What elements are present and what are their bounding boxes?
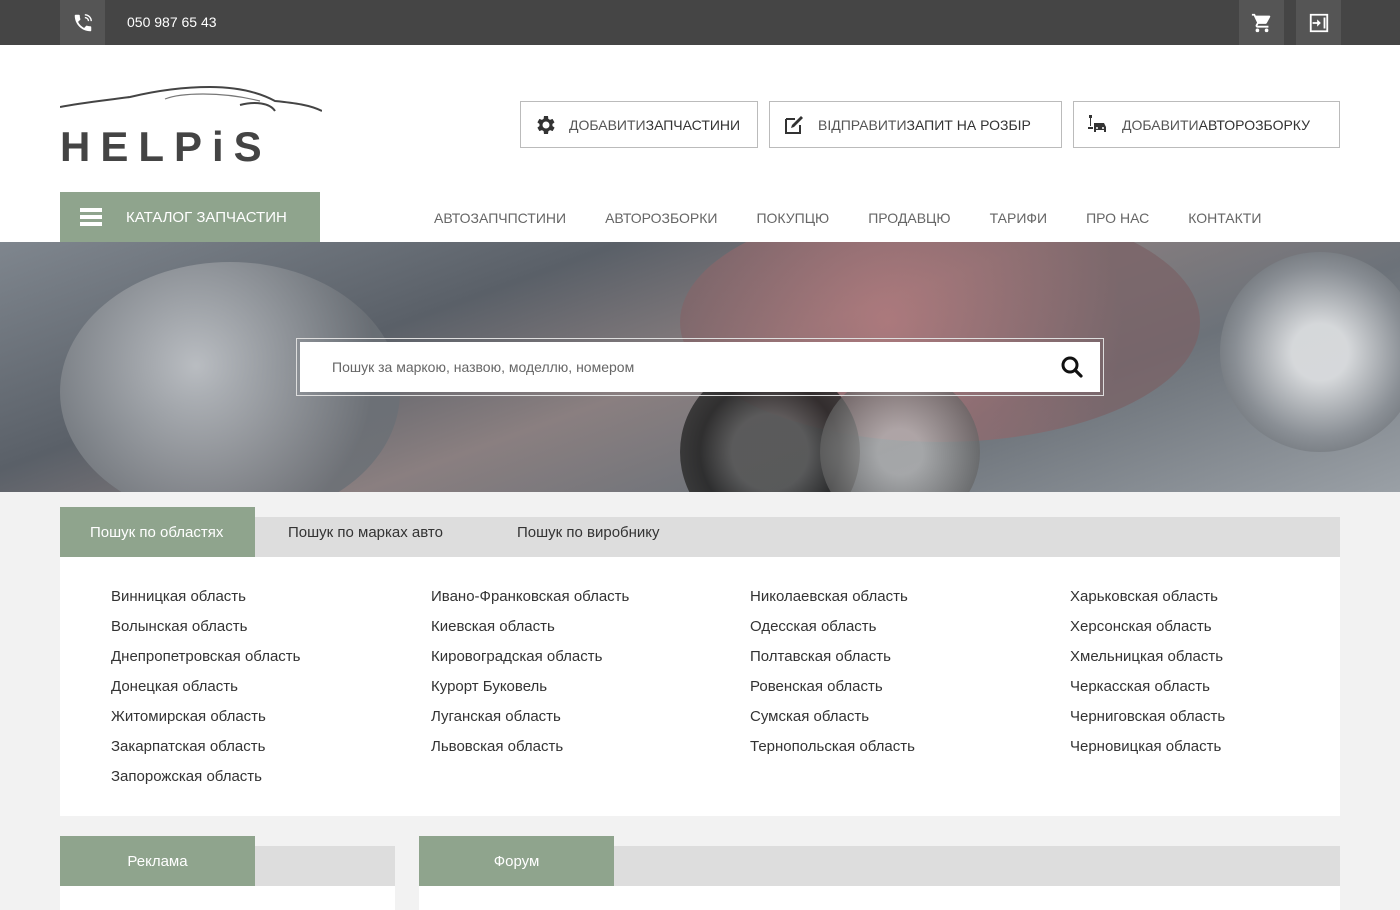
nav-about[interactable]: ПРО НАС — [1086, 210, 1149, 226]
hero-banner — [0, 242, 1400, 492]
ads-body — [60, 886, 395, 910]
region-link[interactable]: Тернопольская область — [750, 738, 915, 768]
region-link[interactable]: Херсонская область — [1070, 618, 1225, 648]
regions-column-3: Николаевская область Одесская область По… — [750, 588, 915, 768]
region-link[interactable]: Харьковская область — [1070, 588, 1225, 618]
region-link[interactable]: Днепропетровская область — [111, 648, 300, 678]
catalog-button[interactable]: КАТАЛОГ ЗАПЧАСТИН — [60, 192, 320, 242]
region-link[interactable]: Черниговская область — [1070, 708, 1225, 738]
logo-text: HELPiS — [60, 123, 272, 170]
car-repair-icon — [1086, 113, 1110, 137]
region-link[interactable]: Одесская область — [750, 618, 915, 648]
search-bar — [296, 338, 1104, 396]
region-link[interactable]: Луганская область — [431, 708, 629, 738]
nav-tariffs[interactable]: ТАРИФИ — [990, 210, 1048, 226]
region-link[interactable]: Николаевская область — [750, 588, 915, 618]
regions-panel: Винницкая область Волынская область Днеп… — [60, 557, 1340, 816]
menu-icon — [80, 205, 102, 229]
region-link[interactable]: Киевская область — [431, 618, 629, 648]
logo[interactable]: HELPiS — [60, 85, 322, 170]
search-input[interactable] — [300, 342, 1044, 392]
nav-buyer[interactable]: ПОКУПЦЮ — [756, 210, 829, 226]
phone-number[interactable]: 050 987 65 43 — [127, 14, 217, 30]
region-link[interactable]: Львовская область — [431, 738, 629, 768]
region-link[interactable]: Винницкая область — [111, 588, 300, 618]
cart-icon[interactable] — [1239, 0, 1284, 45]
region-link[interactable]: Сумская область — [750, 708, 915, 738]
nav-dismantlers[interactable]: АВТОРОЗБОРКИ — [605, 210, 717, 226]
region-link[interactable]: Волынская область — [111, 618, 300, 648]
region-link[interactable]: Хмельницкая область — [1070, 648, 1225, 678]
add-dismantler-label-light: ДОБАВИТИ — [1122, 116, 1199, 133]
nav-seller[interactable]: ПРОДАВЦЮ — [868, 210, 950, 226]
regions-column-2: Ивано-Франковская область Киевская облас… — [431, 588, 629, 768]
add-dismantler-button[interactable]: ДОБАВИТИ АВТОРОЗБОРКУ — [1073, 101, 1340, 148]
send-request-button[interactable]: ВІДПРАВИТИ ЗАПИТ НА РОЗБІР — [769, 101, 1062, 148]
region-link[interactable]: Запорожская область — [111, 768, 300, 798]
tab-manufacturer[interactable]: Пошук по виробнику — [517, 507, 660, 557]
region-link[interactable]: Курорт Буковель — [431, 678, 629, 708]
region-link[interactable]: Донецкая область — [111, 678, 300, 708]
add-dismantler-label-bold: АВТОРОЗБОРКУ — [1198, 116, 1311, 133]
send-request-label-light: ВІДПРАВИТИ — [818, 116, 907, 133]
phone-icon[interactable] — [60, 0, 105, 45]
header: HELPiS ДОБАВИТИ ЗАПЧАСТИНИ ВІДПРАВИТИ ЗА… — [0, 45, 1400, 242]
nav-autoparts[interactable]: АВТОЗАПЧПСТИНИ — [434, 210, 566, 226]
region-link[interactable]: Черкасская область — [1070, 678, 1225, 708]
login-icon[interactable] — [1296, 0, 1341, 45]
catalog-label: КАТАЛОГ ЗАПЧАСТИН — [126, 208, 287, 226]
region-link[interactable]: Житомирская область — [111, 708, 300, 738]
add-parts-button[interactable]: ДОБАВИТИ ЗАПЧАСТИНИ — [520, 101, 758, 148]
region-link[interactable]: Полтавская область — [750, 648, 915, 678]
car-silhouette-icon — [60, 85, 322, 112]
tab-regions[interactable]: Пошук по областях — [60, 507, 255, 557]
regions-column-1: Винницкая область Волынская область Днеп… — [111, 588, 300, 798]
ads-tab[interactable]: Реклама — [60, 836, 255, 886]
forum-tab[interactable]: Форум — [419, 836, 614, 886]
region-link[interactable]: Ивано-Франковская область — [431, 588, 629, 618]
region-link[interactable]: Кировоградская область — [431, 648, 629, 678]
gear-icon — [533, 113, 557, 137]
main-nav: АВТОЗАПЧПСТИНИ АВТОРОЗБОРКИ ПОКУПЦЮ ПРОД… — [434, 210, 1300, 226]
region-link[interactable]: Черновицкая область — [1070, 738, 1225, 768]
add-parts-label-bold: ЗАПЧАСТИНИ — [645, 116, 741, 133]
top-bar: 050 987 65 43 — [0, 0, 1400, 45]
search-icon[interactable] — [1044, 342, 1100, 392]
send-request-label-bold: ЗАПИТ НА РОЗБІР — [906, 116, 1031, 133]
region-link[interactable]: Ровенская область — [750, 678, 915, 708]
nav-contacts[interactable]: КОНТАКТИ — [1188, 210, 1261, 226]
forum-body — [419, 886, 1340, 910]
add-parts-label-light: ДОБАВИТИ — [569, 116, 646, 133]
region-link[interactable]: Закарпатская область — [111, 738, 300, 768]
tab-car-brands[interactable]: Пошук по марках авто — [288, 507, 443, 557]
edit-icon — [782, 113, 806, 137]
regions-column-4: Харьковская область Херсонская область Х… — [1070, 588, 1225, 768]
